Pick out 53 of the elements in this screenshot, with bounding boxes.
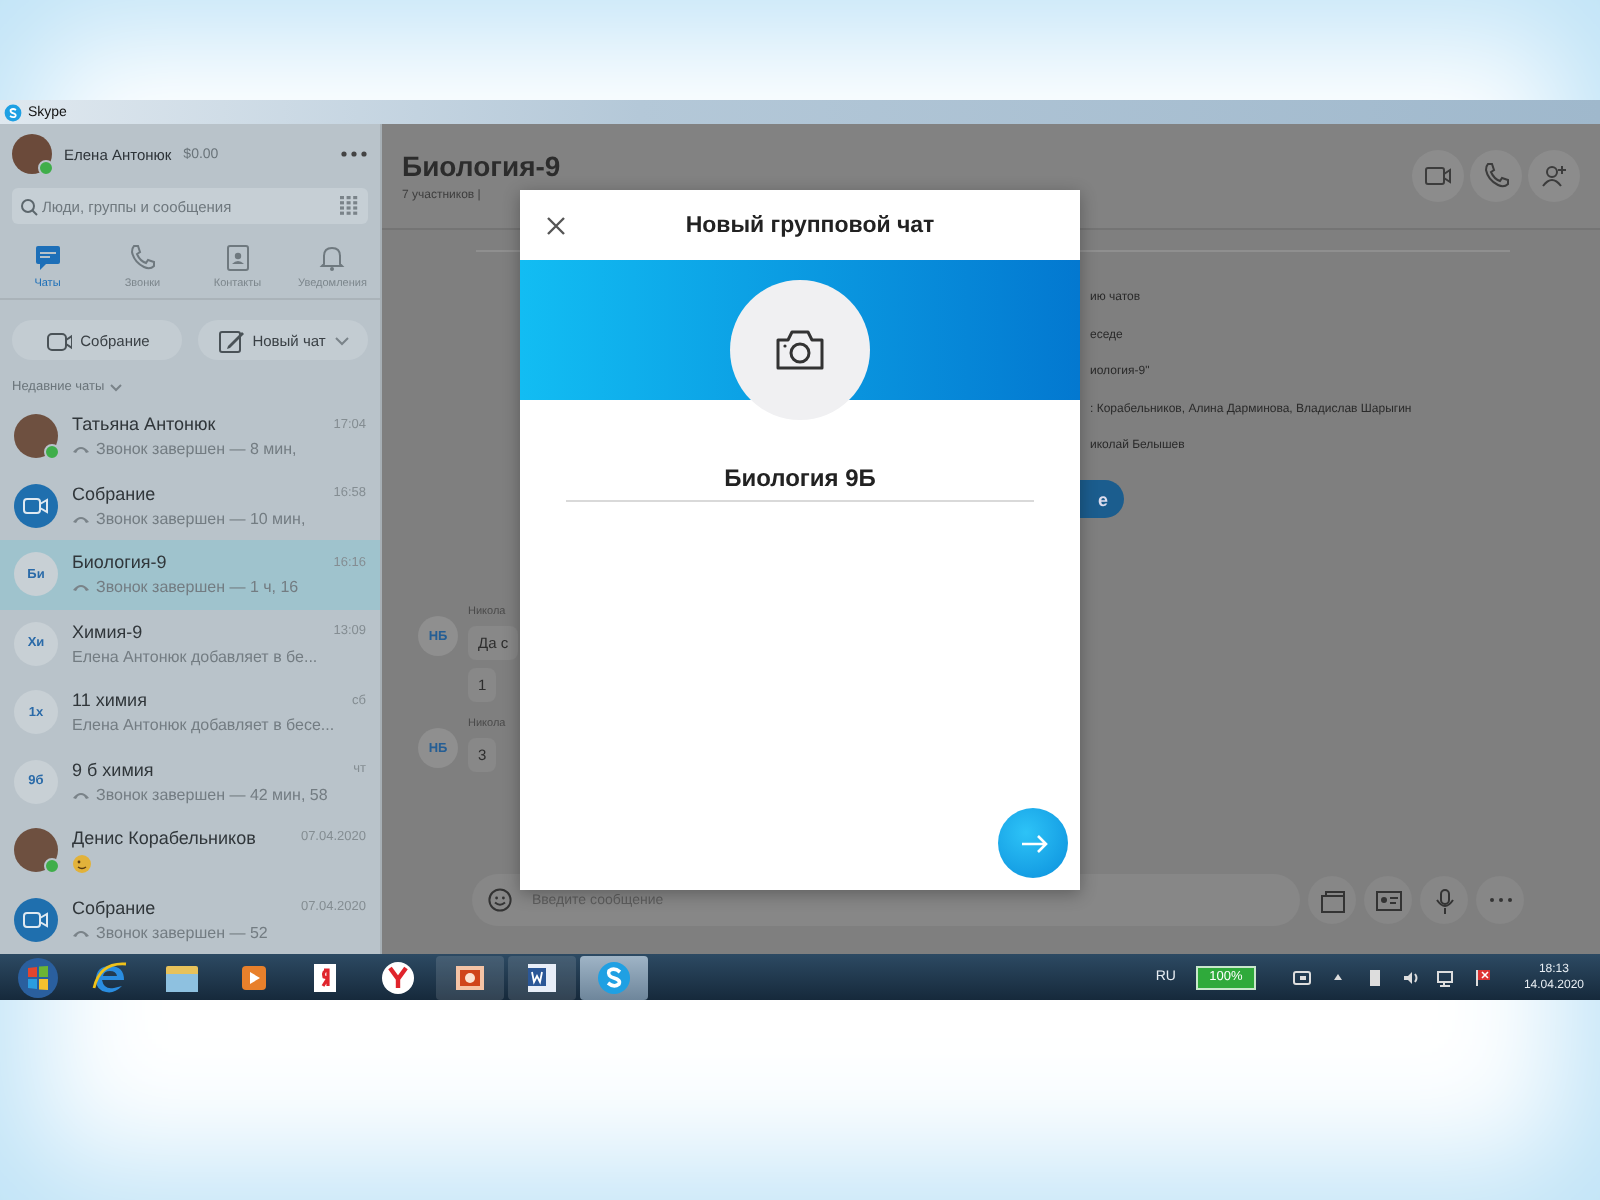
arrow-right-icon bbox=[1019, 833, 1047, 853]
chat-app-icon[interactable] bbox=[580, 955, 648, 999]
message-preview: Звонок завершен — 42 мин, 58 bbox=[96, 785, 328, 804]
next-button[interactable] bbox=[998, 808, 1068, 878]
message-preview: Звонок завершен — 52 bbox=[96, 923, 268, 942]
camera-icon bbox=[774, 328, 826, 372]
contacts-icon bbox=[221, 242, 254, 274]
contact-card-icon bbox=[1373, 885, 1403, 915]
chat-name: Химия-9 bbox=[72, 621, 143, 642]
message-preview: Звонок завершен — 1 ч, 16 bbox=[96, 578, 299, 597]
chat-name: Собрание bbox=[72, 897, 156, 918]
bell-icon bbox=[316, 242, 349, 274]
close-button[interactable] bbox=[544, 214, 568, 238]
chat-name: 11 химия bbox=[72, 690, 147, 711]
group-name-field[interactable]: Биология 9Б bbox=[566, 464, 1034, 502]
video-icon bbox=[14, 897, 58, 942]
chat-name: Денис Корабельников bbox=[72, 827, 256, 848]
flag-icon[interactable] bbox=[1471, 967, 1492, 987]
phone-icon bbox=[126, 242, 159, 274]
message-preview: Елена Антонюк добавляет в бесе... bbox=[72, 716, 335, 735]
document-app-icon[interactable] bbox=[508, 955, 576, 999]
message-preview: Звонок завершен — 8 мин, bbox=[96, 440, 297, 459]
close-icon bbox=[544, 214, 568, 238]
chat-name: Татьяна Антонюк bbox=[72, 414, 216, 435]
more-icon[interactable] bbox=[340, 148, 368, 160]
presentation-app-icon[interactable] bbox=[436, 955, 504, 999]
chat-title: Биология-9 bbox=[402, 150, 563, 182]
edit-icon bbox=[216, 326, 245, 354]
video-call-button[interactable] bbox=[1412, 150, 1464, 202]
app-logo-icon bbox=[4, 103, 22, 121]
phone-icon bbox=[1480, 160, 1512, 192]
video-icon bbox=[14, 483, 58, 528]
call-button[interactable] bbox=[1470, 150, 1522, 202]
chat-name: Собрание bbox=[72, 483, 156, 504]
emoji-icon[interactable] bbox=[488, 888, 512, 912]
chat-name: Биология-9 bbox=[72, 552, 167, 573]
action-button[interactable]: е bbox=[1080, 480, 1124, 518]
add-person-button[interactable] bbox=[1528, 150, 1580, 202]
start-icon bbox=[16, 955, 60, 999]
add-person-icon bbox=[1538, 160, 1570, 192]
network-icon[interactable] bbox=[1435, 967, 1456, 987]
chat-icon bbox=[31, 242, 64, 274]
message-preview: Звонок завершен — 10 мин, bbox=[96, 509, 306, 528]
image-stack-icon bbox=[1317, 885, 1347, 915]
speaker-icon[interactable] bbox=[1399, 967, 1420, 987]
search-icon bbox=[20, 197, 38, 215]
power-plug-icon[interactable] bbox=[1291, 967, 1312, 987]
gallery-button[interactable] bbox=[1308, 876, 1356, 924]
contact-card-button[interactable] bbox=[1364, 876, 1412, 924]
chat-name: 9 б химия bbox=[72, 759, 154, 780]
dialog-title: Новый групповой чат bbox=[683, 213, 935, 237]
message-preview: Елена Антонюк добавляет в бе... bbox=[72, 647, 318, 666]
microphone-button[interactable] bbox=[1420, 876, 1468, 924]
